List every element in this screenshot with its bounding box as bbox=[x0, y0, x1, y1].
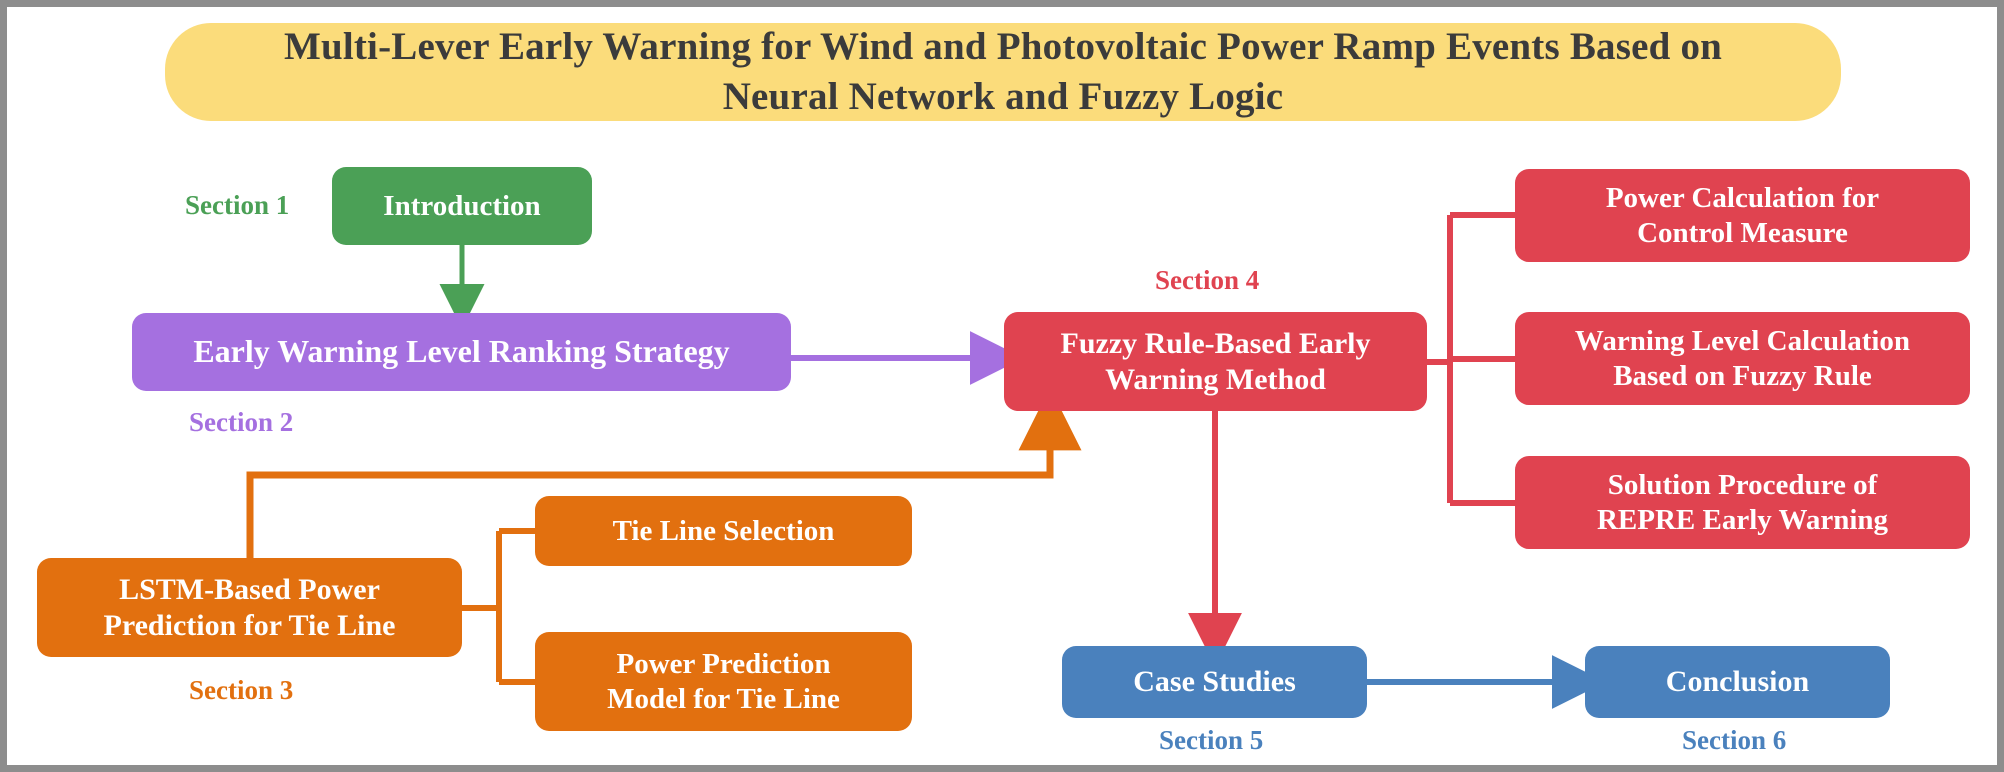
node-tie-line-selection[interactable]: Tie Line Selection bbox=[535, 496, 912, 566]
node-solution-procedure-repre[interactable]: Solution Procedure of REPRE Early Warnin… bbox=[1515, 456, 1970, 549]
node-power-prediction-model-label: Power Prediction Model for Tie Line bbox=[607, 647, 840, 715]
node-ppm-line1: Power Prediction bbox=[616, 648, 831, 681]
node-introduction[interactable]: Introduction bbox=[332, 167, 592, 245]
node-tie-line-selection-label: Tie Line Selection bbox=[612, 514, 835, 547]
node-fuzzy-label: Fuzzy Rule-Based Early Warning Method bbox=[1061, 326, 1371, 397]
section-label-1: Section 1 bbox=[185, 190, 290, 220]
flowchart-figure: Multi-Lever Early Warning for Wind and P… bbox=[0, 0, 2004, 772]
node-warning-level-calculation[interactable]: Warning Level Calculation Based on Fuzzy… bbox=[1515, 312, 1970, 405]
node-wlc-label: Warning Level Calculation Based on Fuzzy… bbox=[1575, 324, 1910, 392]
node-ewlrs-label: Early Warning Level Ranking Strategy bbox=[193, 333, 730, 370]
node-conclusion[interactable]: Conclusion bbox=[1585, 646, 1890, 718]
node-lstm-line1: LSTM-Based Power bbox=[119, 573, 380, 607]
node-spr-label: Solution Procedure of REPRE Early Warnin… bbox=[1597, 468, 1888, 536]
node-power-calculation-for-control-measure[interactable]: Power Calculation for Control Measure bbox=[1515, 169, 1970, 262]
section-label-3: Section 3 bbox=[189, 675, 294, 705]
node-power-prediction-model[interactable]: Power Prediction Model for Tie Line bbox=[535, 632, 912, 731]
node-fuzzy-rule-based-early-warning-method[interactable]: Fuzzy Rule-Based Early Warning Method bbox=[1004, 312, 1427, 411]
node-conclusion-label: Conclusion bbox=[1665, 665, 1810, 699]
node-case-studies[interactable]: Case Studies bbox=[1062, 646, 1367, 718]
node-early-warning-level-ranking-strategy[interactable]: Early Warning Level Ranking Strategy bbox=[132, 313, 791, 391]
figure-title-banner: Multi-Lever Early Warning for Wind and P… bbox=[165, 23, 1841, 121]
diagram-canvas: Multi-Lever Early Warning for Wind and P… bbox=[7, 7, 1997, 765]
node-spr-line2: REPRE Early Warning bbox=[1596, 503, 1889, 536]
node-wlc-line1: Warning Level Calculation bbox=[1574, 325, 1911, 358]
section-label-6: Section 6 bbox=[1682, 725, 1787, 755]
section-label-2: Section 2 bbox=[189, 407, 294, 437]
node-case-studies-label: Case Studies bbox=[1133, 665, 1296, 699]
node-spr-line1: Solution Procedure of bbox=[1607, 469, 1878, 502]
node-pcc-line1: Power Calculation for bbox=[1605, 182, 1880, 215]
node-wlc-line2: Based on Fuzzy Rule bbox=[1613, 359, 1872, 392]
node-lstm-label: LSTM-Based Power Prediction for Tie Line bbox=[104, 572, 396, 643]
node-lstm-line2: Prediction for Tie Line bbox=[103, 608, 396, 642]
section-label-5: Section 5 bbox=[1159, 725, 1264, 755]
node-lstm-based-power-prediction[interactable]: LSTM-Based Power Prediction for Tie Line bbox=[37, 558, 462, 657]
figure-title-line1: Multi-Lever Early Warning for Wind and P… bbox=[283, 25, 1723, 69]
node-pcc-label: Power Calculation for Control Measure bbox=[1606, 181, 1879, 249]
node-pcc-line2: Control Measure bbox=[1637, 216, 1848, 249]
node-ppm-line2: Model for Tie Line bbox=[607, 682, 840, 715]
node-fuzzy-line2: Warning Method bbox=[1105, 362, 1326, 396]
figure-title: Multi-Lever Early Warning for Wind and P… bbox=[284, 22, 1722, 122]
node-fuzzy-line1: Fuzzy Rule-Based Early bbox=[1060, 327, 1371, 361]
section-label-4: Section 4 bbox=[1155, 265, 1260, 295]
node-introduction-label: Introduction bbox=[383, 189, 541, 222]
figure-title-line2: Neural Network and Fuzzy Logic bbox=[722, 75, 1284, 118]
